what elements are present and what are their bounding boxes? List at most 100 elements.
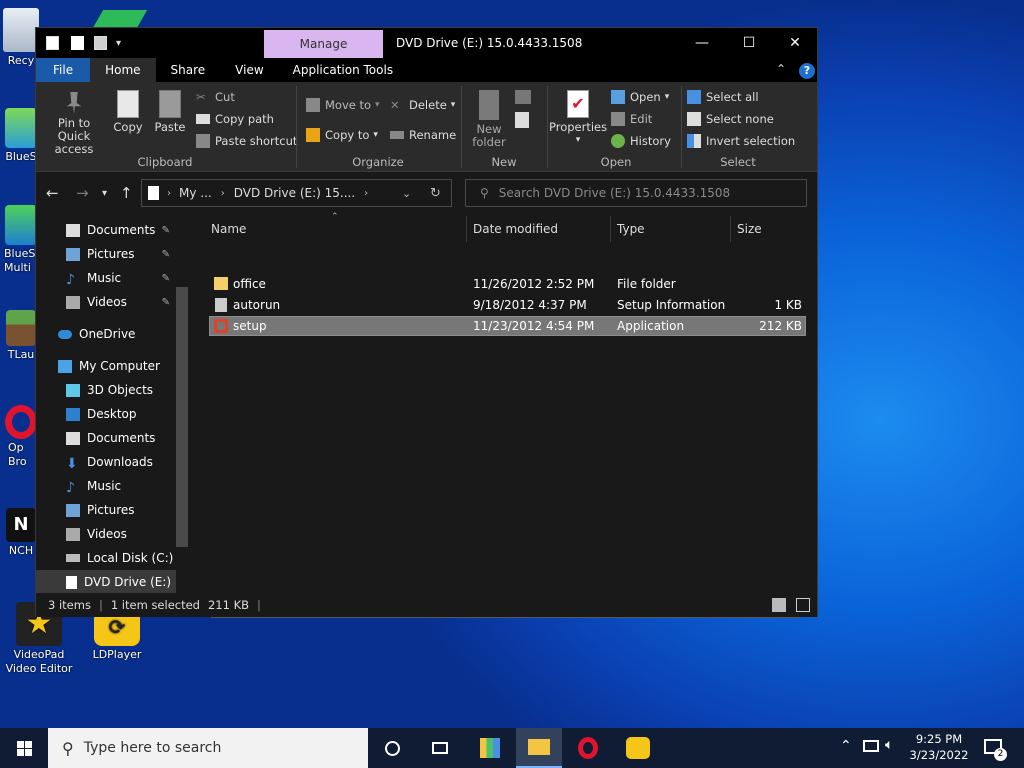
nav-item-desktop[interactable]: Desktop bbox=[36, 402, 176, 426]
large-icons-view-icon[interactable] bbox=[796, 598, 810, 612]
nav-item-pictures-quick[interactable]: Pictures ✎ bbox=[36, 242, 176, 266]
select-all-icon bbox=[687, 90, 701, 104]
nav-item-pictures[interactable]: Pictures bbox=[36, 498, 176, 522]
recent-chevron-icon[interactable]: ▾ bbox=[102, 188, 107, 199]
clock[interactable]: 9:25 PM 3/23/2022 bbox=[905, 731, 973, 763]
open-button[interactable]: Open ▾ bbox=[611, 88, 669, 106]
file-list: ⌃ Name Date modified Type Size office 11… bbox=[193, 212, 817, 618]
nav-item-downloads[interactable]: ⬇ Downloads bbox=[36, 450, 176, 474]
paste-button[interactable]: Paste bbox=[154, 90, 186, 134]
file-icon[interactable] bbox=[46, 36, 59, 50]
nav-item-videos-quick[interactable]: Videos ✎ bbox=[36, 290, 176, 314]
column-header-type[interactable]: Type bbox=[611, 216, 731, 242]
nav-item-my-computer[interactable]: My Computer bbox=[36, 354, 176, 378]
folder-icon bbox=[528, 739, 550, 755]
ribbon: Pin to Quick access Copy Paste ✂ Cut Copy… bbox=[36, 82, 817, 172]
minimize-button[interactable]: — bbox=[679, 28, 725, 58]
breadcrumb-item[interactable]: My ... bbox=[179, 186, 212, 200]
nav-item-music-quick[interactable]: ♪ Music ✎ bbox=[36, 266, 176, 290]
column-header-date[interactable]: Date modified bbox=[467, 216, 611, 242]
easy-access-icon[interactable] bbox=[515, 112, 529, 128]
nav-item-documents-quick[interactable]: Documents ✎ bbox=[36, 218, 176, 242]
3d-objects-icon bbox=[66, 383, 80, 397]
delete-button[interactable]: ✕ Delete ▾ bbox=[390, 96, 455, 114]
up-arrow-icon[interactable]: ↑ bbox=[120, 184, 133, 202]
status-bar: 3 items | 1 item selected 211 KB | bbox=[36, 593, 817, 617]
taskbar-opera[interactable] bbox=[570, 734, 606, 762]
open-icon bbox=[611, 90, 625, 104]
properties-icon[interactable] bbox=[71, 36, 84, 50]
copy-path-button[interactable]: Copy path bbox=[196, 110, 274, 128]
edit-button[interactable]: Edit bbox=[611, 110, 652, 128]
tab-share[interactable]: Share bbox=[156, 58, 221, 82]
forward-arrow-icon[interactable]: → bbox=[76, 184, 89, 202]
taskbar-ldplayer[interactable] bbox=[620, 734, 656, 762]
properties-button[interactable]: ✔ Properties ▾ bbox=[549, 90, 607, 147]
address-bar[interactable]: › My ... › DVD Drive (E:) 15.... › ⌄ ↻ bbox=[141, 179, 452, 207]
table-row[interactable]: setup 11/23/2012 4:54 PM Application 212… bbox=[209, 316, 806, 336]
tab-file[interactable]: File bbox=[36, 58, 91, 82]
divider bbox=[461, 86, 462, 168]
taskbar: ⚲ Type here to search ⌃ 🔈︎ 9:25 PM 3/23/… bbox=[0, 728, 1024, 768]
network-icon[interactable] bbox=[863, 740, 879, 752]
taskbar-search[interactable]: ⚲ Type here to search bbox=[48, 728, 368, 768]
recycle-bin-icon bbox=[3, 8, 39, 52]
tab-home[interactable]: Home bbox=[90, 58, 156, 82]
copy-path-icon bbox=[196, 114, 210, 124]
rename-button[interactable]: Rename bbox=[390, 126, 456, 144]
search-input[interactable]: ⚲ Search DVD Drive (E:) 15.0.4433.1508 bbox=[465, 179, 807, 207]
title-bar[interactable]: ▾ Manage DVD Drive (E:) 15.0.4433.1508 —… bbox=[36, 28, 817, 58]
tab-application-tools[interactable]: Application Tools bbox=[279, 58, 408, 82]
nav-item-music[interactable]: ♪ Music bbox=[36, 474, 176, 498]
breadcrumb-item[interactable]: DVD Drive (E:) 15.... bbox=[234, 186, 355, 200]
cut-button[interactable]: ✂ Cut bbox=[196, 88, 235, 106]
copy-button[interactable]: Copy bbox=[112, 90, 144, 134]
maximize-button[interactable]: ☐ bbox=[726, 28, 772, 58]
copy-to-button[interactable]: Copy to ▾ bbox=[306, 126, 378, 144]
move-to-button[interactable]: Move to ▾ bbox=[306, 96, 380, 114]
address-dropdown-icon[interactable]: ⌄ bbox=[402, 187, 411, 200]
table-row[interactable]: autorun 9/18/2012 4:37 PM Setup Informat… bbox=[209, 295, 806, 315]
select-all-button[interactable]: Select all bbox=[687, 88, 759, 106]
nav-item-onedrive[interactable]: OneDrive bbox=[36, 322, 176, 346]
history-button[interactable]: History bbox=[611, 132, 671, 150]
show-hidden-icons-chevron-icon[interactable]: ⌃ bbox=[840, 738, 852, 754]
taskbar-app-launcher[interactable] bbox=[472, 734, 508, 762]
new-folder-icon[interactable] bbox=[94, 36, 107, 50]
nav-item-local-disk[interactable]: Local Disk (C:) bbox=[36, 546, 176, 570]
select-none-button[interactable]: Select none bbox=[687, 110, 774, 128]
paste-shortcut-button[interactable]: Paste shortcut bbox=[196, 132, 297, 150]
column-header-name[interactable]: Name bbox=[205, 216, 467, 242]
taskbar-file-explorer[interactable] bbox=[516, 728, 562, 768]
task-view-button[interactable] bbox=[422, 734, 458, 762]
nav-scrollbar[interactable] bbox=[176, 287, 188, 547]
cortana-button[interactable] bbox=[374, 734, 410, 762]
ldplayer-icon bbox=[626, 737, 650, 759]
invert-selection-button[interactable]: Invert selection bbox=[687, 132, 795, 150]
refresh-icon[interactable]: ↻ bbox=[430, 186, 441, 201]
new-item-icon[interactable] bbox=[515, 90, 531, 104]
close-button[interactable]: ✕ bbox=[772, 28, 818, 58]
tlauncher-icon bbox=[6, 310, 36, 346]
tab-manage[interactable]: Manage bbox=[264, 30, 383, 58]
column-header-size[interactable]: Size bbox=[731, 216, 807, 242]
nav-item-videos[interactable]: Videos bbox=[36, 522, 176, 546]
back-arrow-icon[interactable]: ← bbox=[46, 184, 59, 202]
volume-icon[interactable]: 🔈︎ bbox=[885, 737, 893, 753]
nav-item-documents[interactable]: Documents bbox=[36, 426, 176, 450]
details-view-icon[interactable] bbox=[772, 598, 786, 612]
start-button[interactable] bbox=[6, 734, 42, 762]
table-row[interactable]: office 11/26/2012 2:52 PM File folder bbox=[209, 274, 806, 294]
chevron-down-icon: ▾ bbox=[450, 100, 456, 110]
music-icon: ♪ bbox=[66, 479, 75, 496]
new-folder-button[interactable]: New folder bbox=[469, 90, 509, 149]
quick-access-dropdown-icon[interactable]: ▾ bbox=[116, 38, 121, 49]
tab-view[interactable]: View bbox=[220, 58, 278, 82]
help-icon[interactable]: ? bbox=[799, 63, 815, 79]
nav-item-dvd-drive[interactable]: DVD Drive (E:) 15 bbox=[36, 570, 176, 593]
pictures-icon bbox=[66, 247, 80, 261]
bluestacks-multi-icon bbox=[5, 205, 37, 245]
ribbon-expand-icon[interactable]: ⌃ bbox=[776, 62, 786, 76]
nav-item-3d-objects[interactable]: 3D Objects bbox=[36, 378, 176, 402]
pin-quick-access-button[interactable]: Pin to Quick access bbox=[40, 92, 108, 156]
